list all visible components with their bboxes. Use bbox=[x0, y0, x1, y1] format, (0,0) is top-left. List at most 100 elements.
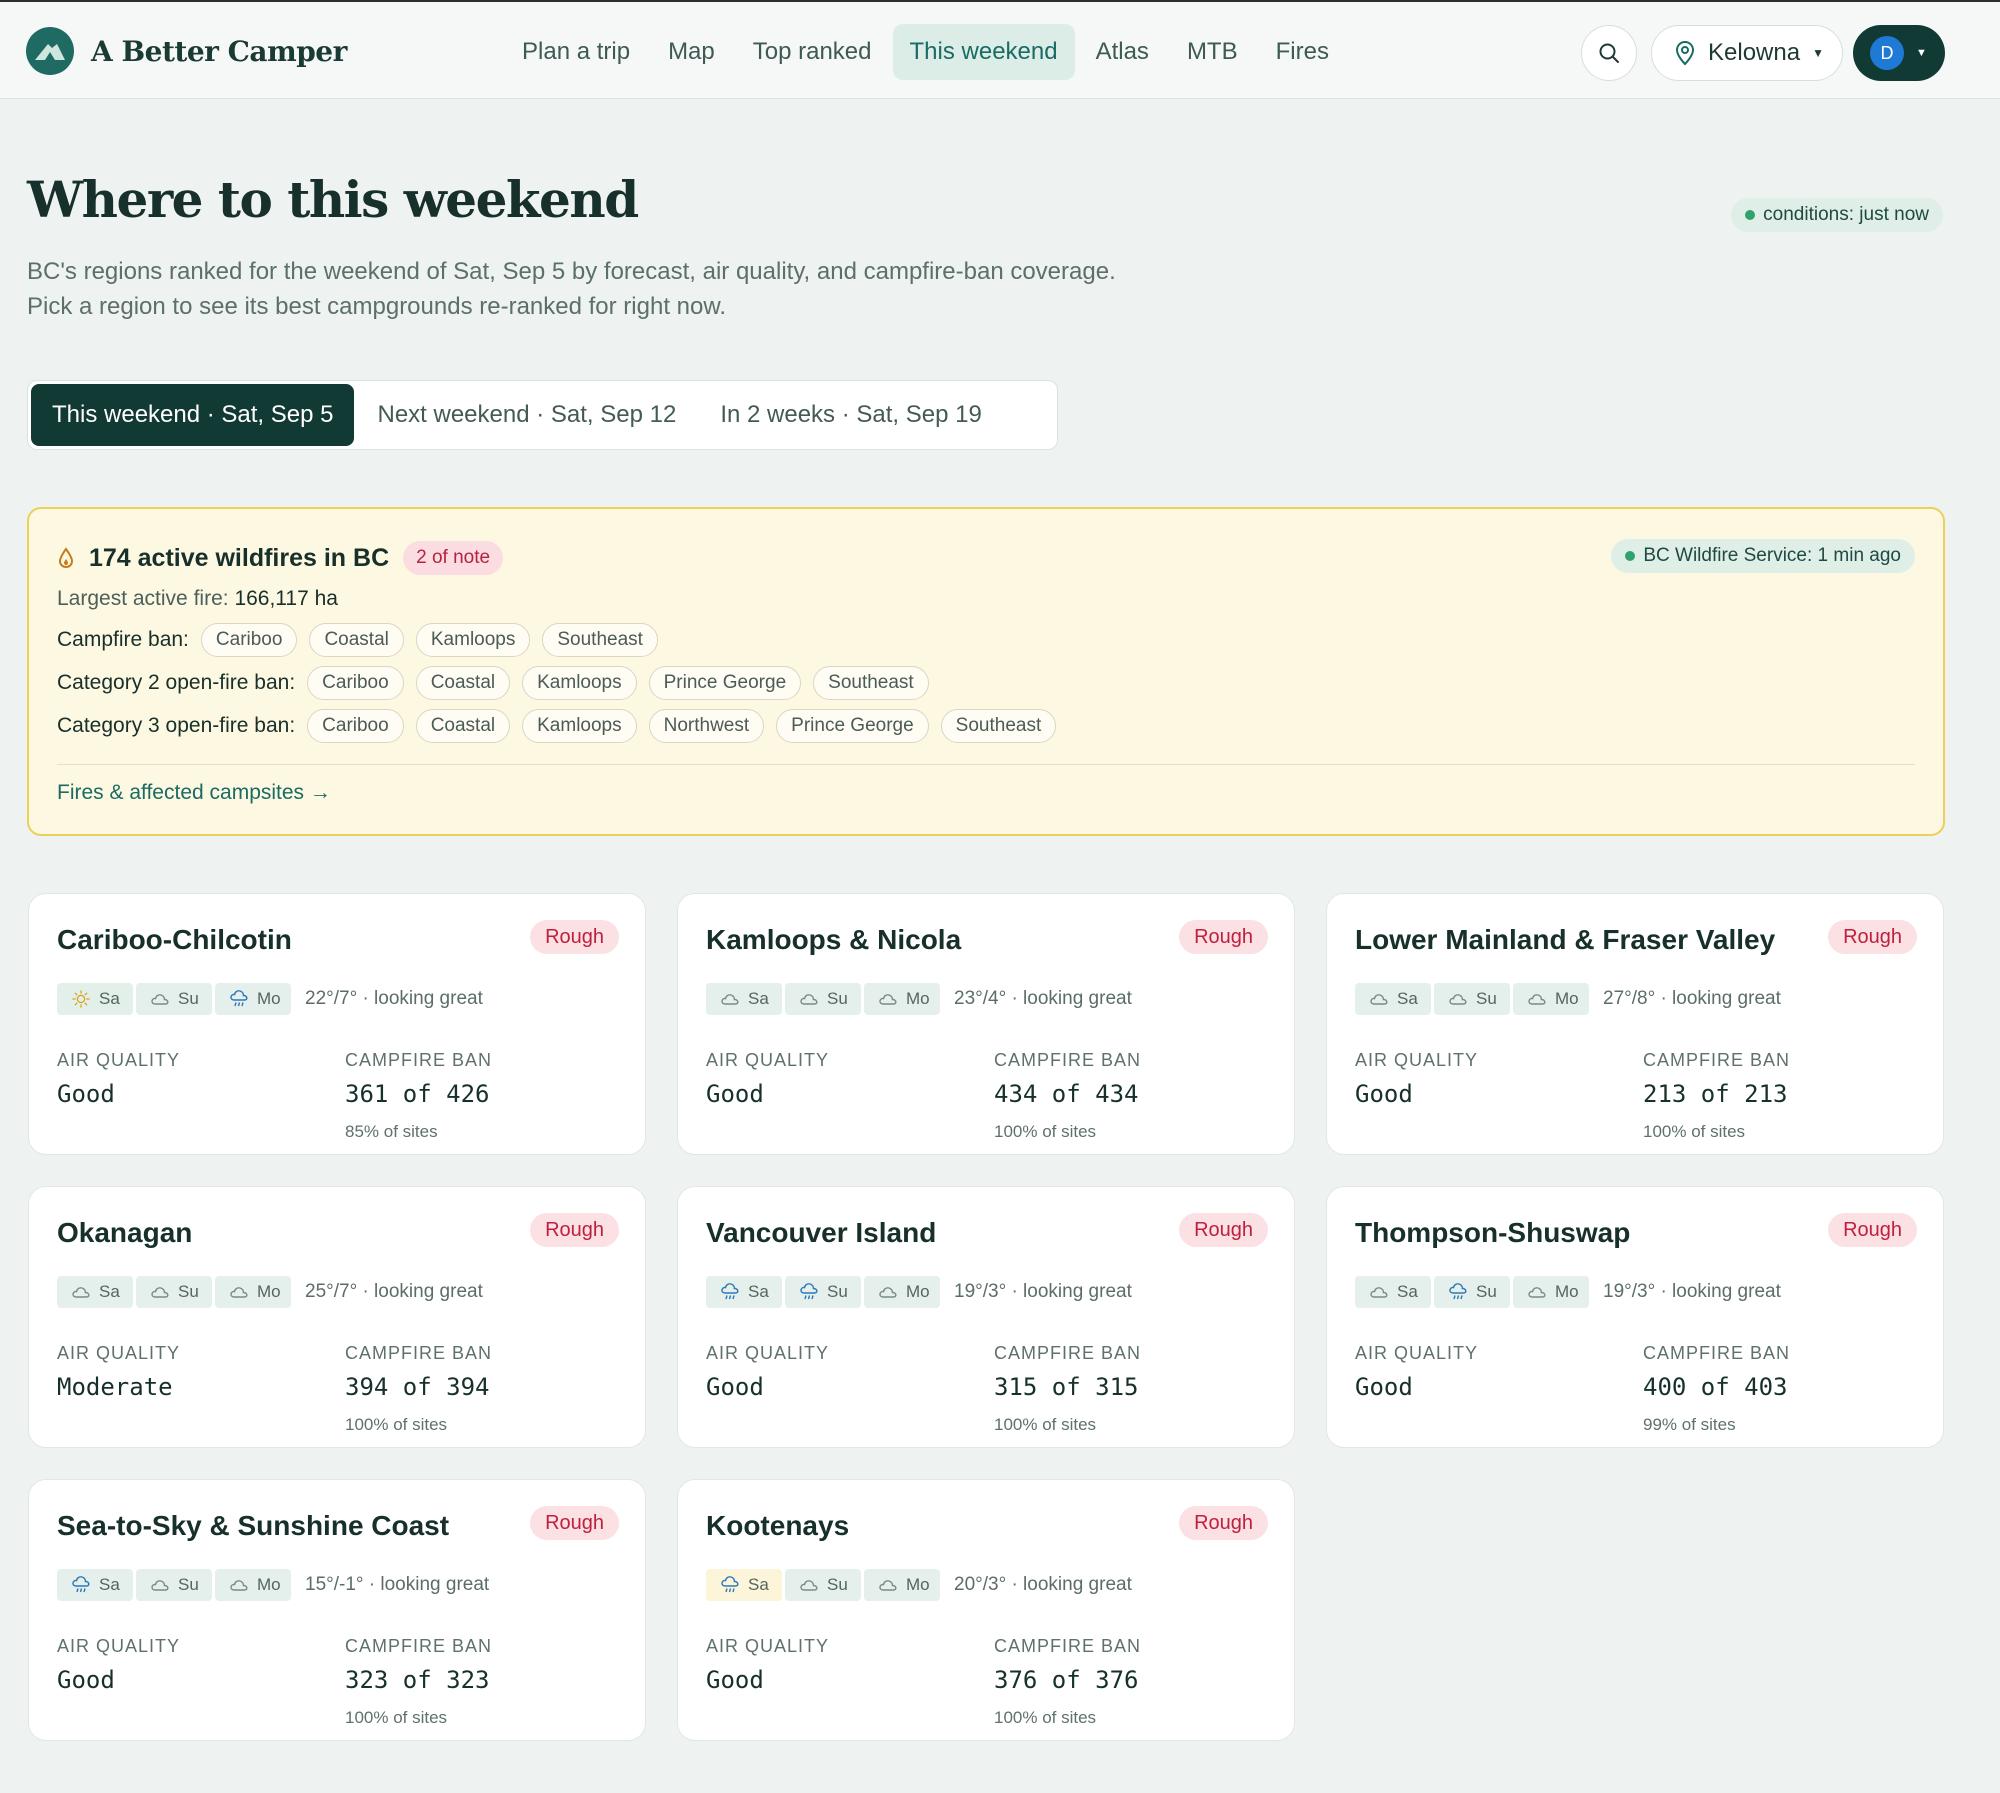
region-card[interactable]: Okanagan Rough Sa Su Mo 25°/7° · looking grea… bbox=[28, 1186, 646, 1448]
region-card[interactable]: Sea-to-Sky & Sunshine Coast Rough Sa Su Mo 15… bbox=[28, 1479, 646, 1741]
forecast-day-label: Sa bbox=[748, 1575, 769, 1594]
rain-cloud-icon bbox=[71, 1576, 91, 1594]
region-card[interactable]: Thompson-Shuswap Rough Sa Su Mo 19°/3° · look… bbox=[1326, 1186, 1944, 1448]
forecast-day: Mo bbox=[1513, 983, 1589, 1015]
forecast-day: Su bbox=[1434, 1276, 1510, 1308]
nav-map[interactable]: Map bbox=[651, 24, 732, 80]
forecast-summary: 15°/-1° · looking great bbox=[305, 1574, 490, 1595]
region-card[interactable]: Cariboo-Chilcotin Rough Sa Su Mo 22°/7° · loo… bbox=[28, 893, 646, 1155]
nav-plan-a-trip[interactable]: Plan a trip bbox=[505, 24, 647, 80]
ban-chip[interactable]: Kamloops bbox=[415, 623, 531, 657]
wildfire-source-text: BC Wildfire Service: 1 min ago bbox=[1643, 545, 1901, 566]
campfire-ban-label: CAMPFIRE BAN bbox=[1643, 1050, 1791, 1070]
ban-chip[interactable]: Kamloops bbox=[522, 666, 637, 700]
region-card[interactable]: Kamloops & Nicola Rough Sa Su Mo 23°/4° · loo… bbox=[677, 893, 1295, 1155]
weekend-forecast: Sa Su Mo 15°/-1° · looking great bbox=[57, 1569, 489, 1601]
rating-badge: Rough bbox=[1179, 1213, 1268, 1247]
forecast-day-label: Sa bbox=[1397, 989, 1418, 1008]
region-card[interactable]: Kootenays Rough Sa Su Mo 20°/3° · looking gre… bbox=[677, 1479, 1295, 1741]
region-name: Sea-to-Sky & Sunshine Coast bbox=[57, 1510, 450, 1541]
campfire-ban-percent: 100% of sites bbox=[1643, 1122, 1746, 1141]
nav-fires[interactable]: Fires bbox=[1259, 24, 1346, 80]
ban-chip[interactable]: Southeast bbox=[542, 623, 658, 657]
fires-affected-campsites-link[interactable]: Fires & affected campsites → bbox=[57, 781, 331, 805]
air-quality-value: Good bbox=[57, 1080, 115, 1108]
tab-next-weekend[interactable]: Next weekend · Sat, Sep 12 bbox=[356, 384, 697, 446]
forecast-summary: 22°/7° · looking great bbox=[305, 988, 483, 1009]
avatar: D bbox=[1870, 36, 1904, 70]
status-dot-icon bbox=[1625, 551, 1636, 561]
forecast-day-label: Mo bbox=[257, 1575, 281, 1594]
campfire-ban-value: 394 of 394 bbox=[345, 1373, 490, 1401]
weekend-forecast: Sa Su Mo 22°/7° · looking great bbox=[57, 983, 483, 1015]
rating-badge: Rough bbox=[1828, 920, 1917, 954]
rain-cloud-icon bbox=[720, 1576, 740, 1594]
weekend-forecast: Sa Su Mo 19°/3° · looking great bbox=[1355, 1276, 1781, 1308]
forecast-day: Mo bbox=[864, 1569, 940, 1601]
largest-fire-value: 166,117 ha bbox=[234, 587, 338, 610]
campfire-ban-value: 400 of 403 bbox=[1643, 1373, 1788, 1401]
cloud-icon bbox=[799, 1576, 819, 1594]
forecast-day-label: Mo bbox=[906, 1575, 930, 1594]
cloud-icon bbox=[150, 1283, 170, 1301]
region-card[interactable]: Vancouver Island Rough Sa Su Mo 19°/3° · look… bbox=[677, 1186, 1295, 1448]
ban-chip[interactable]: Southeast bbox=[940, 709, 1057, 743]
ban-chip[interactable]: Kamloops bbox=[522, 709, 637, 743]
forecast-day-label: Mo bbox=[257, 1282, 281, 1301]
wildfire-count: 174 active wildfires in BC bbox=[89, 543, 390, 572]
category-3-ban-row: Category 3 open-fire ban: Cariboo Coasta… bbox=[57, 709, 1068, 743]
ban-chip[interactable]: Cariboo bbox=[307, 709, 404, 743]
campfire-ban-percent: 100% of sites bbox=[345, 1415, 448, 1434]
ban-chip[interactable]: Cariboo bbox=[307, 666, 404, 700]
ban-chip[interactable]: Prince George bbox=[776, 709, 929, 743]
campfire-ban-label: Campfire ban: bbox=[57, 628, 189, 651]
air-quality-value: Moderate bbox=[57, 1373, 173, 1401]
forecast-day-label: Sa bbox=[748, 989, 769, 1008]
tent-logo-icon bbox=[26, 27, 74, 75]
user-menu-button[interactable]: D ▼ bbox=[1853, 25, 1945, 81]
location-selector[interactable]: Kelowna ▼ bbox=[1651, 25, 1843, 81]
tab-this-weekend[interactable]: This weekend · Sat, Sep 5 bbox=[31, 384, 355, 446]
ban-chip[interactable]: Coastal bbox=[309, 623, 404, 657]
page-subtitle: BC's regions ranked for the weekend of S… bbox=[27, 258, 1116, 320]
air-quality-label: AIR QUALITY bbox=[57, 1636, 181, 1656]
forecast-day: Sa bbox=[706, 1569, 782, 1601]
forecast-summary: 25°/7° · looking great bbox=[305, 1281, 483, 1302]
cloud-icon bbox=[1369, 1283, 1389, 1301]
campfire-ban-label: CAMPFIRE BAN bbox=[994, 1050, 1142, 1070]
campfire-ban-row: Campfire ban: Cariboo Coastal Kamloops S… bbox=[57, 623, 670, 657]
ban-chip[interactable]: Prince George bbox=[648, 666, 802, 700]
cloud-icon bbox=[878, 1576, 898, 1594]
nav-mtb[interactable]: MTB bbox=[1170, 24, 1255, 80]
ban-chip[interactable]: Southeast bbox=[813, 666, 929, 700]
campfire-ban-percent: 100% of sites bbox=[345, 1708, 448, 1727]
cloud-icon bbox=[878, 1283, 898, 1301]
tab-in-2-weeks[interactable]: In 2 weeks · Sat, Sep 19 bbox=[699, 384, 1002, 446]
status-dot-icon bbox=[1745, 210, 1756, 220]
forecast-day-label: Mo bbox=[257, 989, 281, 1008]
forecast-summary: 27°/8° · looking great bbox=[1603, 988, 1781, 1009]
forecast-day-label: Sa bbox=[748, 1282, 769, 1301]
nav-top-ranked[interactable]: Top ranked bbox=[736, 24, 889, 80]
ban-chip[interactable]: Coastal bbox=[415, 709, 511, 743]
forecast-day-label: Mo bbox=[906, 989, 930, 1008]
nav-this-weekend[interactable]: This weekend bbox=[892, 24, 1075, 80]
nav-atlas[interactable]: Atlas bbox=[1079, 24, 1166, 80]
ban-chip[interactable]: Northwest bbox=[648, 709, 765, 743]
category-3-ban-label: Category 3 open-fire ban: bbox=[57, 714, 296, 737]
ban-chip[interactable]: Coastal bbox=[415, 666, 511, 700]
region-card[interactable]: Lower Mainland & Fraser Valley Rough Sa Su M… bbox=[1326, 893, 1944, 1155]
cloud-icon bbox=[1369, 990, 1389, 1008]
ban-chip[interactable]: Cariboo bbox=[200, 623, 298, 657]
cloud-icon bbox=[150, 990, 170, 1008]
forecast-day: Su bbox=[785, 1569, 861, 1601]
cloud-icon bbox=[229, 1576, 249, 1594]
forecast-day-label: Mo bbox=[1555, 989, 1579, 1008]
rating-badge: Rough bbox=[1179, 1506, 1268, 1540]
search-button[interactable] bbox=[1581, 25, 1637, 81]
forecast-day-label: Su bbox=[178, 989, 199, 1008]
brand[interactable]: A Better Camper bbox=[26, 27, 347, 75]
rating-badge: Rough bbox=[530, 1506, 619, 1540]
forecast-day: Sa bbox=[706, 983, 782, 1015]
cloud-icon bbox=[229, 1283, 249, 1301]
